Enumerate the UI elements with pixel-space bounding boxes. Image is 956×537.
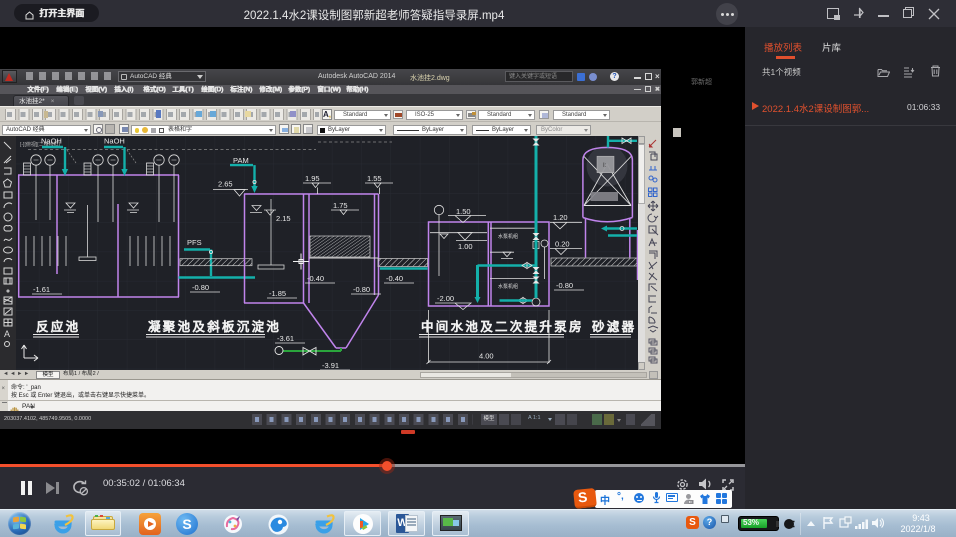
svg-text:-0.40: -0.40 <box>386 274 403 283</box>
svg-text:PFS: PFS <box>187 238 202 247</box>
svg-text:-2.00: -2.00 <box>437 294 454 303</box>
svg-text:-0.80: -0.80 <box>192 283 209 292</box>
svg-text:1.95: 1.95 <box>305 174 320 183</box>
svg-text:水泵机组: 水泵机组 <box>498 283 518 290</box>
svg-text:4.00: 4.00 <box>479 352 494 361</box>
svg-text:1.55: 1.55 <box>367 174 382 183</box>
svg-text:凝聚池及斜板沉淀池: 凝聚池及斜板沉淀池 <box>148 319 281 334</box>
svg-text:1.00: 1.00 <box>458 242 473 251</box>
svg-text:-0.80: -0.80 <box>353 285 370 294</box>
svg-text:NaOH: NaOH <box>41 137 62 146</box>
svg-text:-1.85: -1.85 <box>269 289 286 298</box>
svg-text:水泵机组: 水泵机组 <box>498 233 518 240</box>
svg-text:NaOH: NaOH <box>104 137 125 146</box>
svg-text:1.75: 1.75 <box>333 201 348 210</box>
svg-text:A: A <box>4 329 10 339</box>
svg-text:-3.61: -3.61 <box>277 334 294 343</box>
svg-text:砂滤器: 砂滤器 <box>592 320 636 334</box>
svg-text:2.15: 2.15 <box>276 214 291 223</box>
svg-text:-0.40: -0.40 <box>307 274 324 283</box>
svg-text:0.20: 0.20 <box>555 240 570 249</box>
svg-text:1.50: 1.50 <box>456 207 471 216</box>
svg-text:1.20: 1.20 <box>553 213 568 222</box>
svg-text:PAM: PAM <box>233 156 249 165</box>
svg-text:反应池: 反应池 <box>36 319 80 334</box>
svg-text:-3.91: -3.91 <box>322 361 339 370</box>
svg-text:I:: I: <box>603 163 607 169</box>
svg-text:-1.61: -1.61 <box>33 285 50 294</box>
svg-text:-0.80: -0.80 <box>556 281 573 290</box>
svg-text:2.65: 2.65 <box>218 180 233 189</box>
svg-text:中间水池及二次提升泵房: 中间水池及二次提升泵房 <box>421 319 584 334</box>
